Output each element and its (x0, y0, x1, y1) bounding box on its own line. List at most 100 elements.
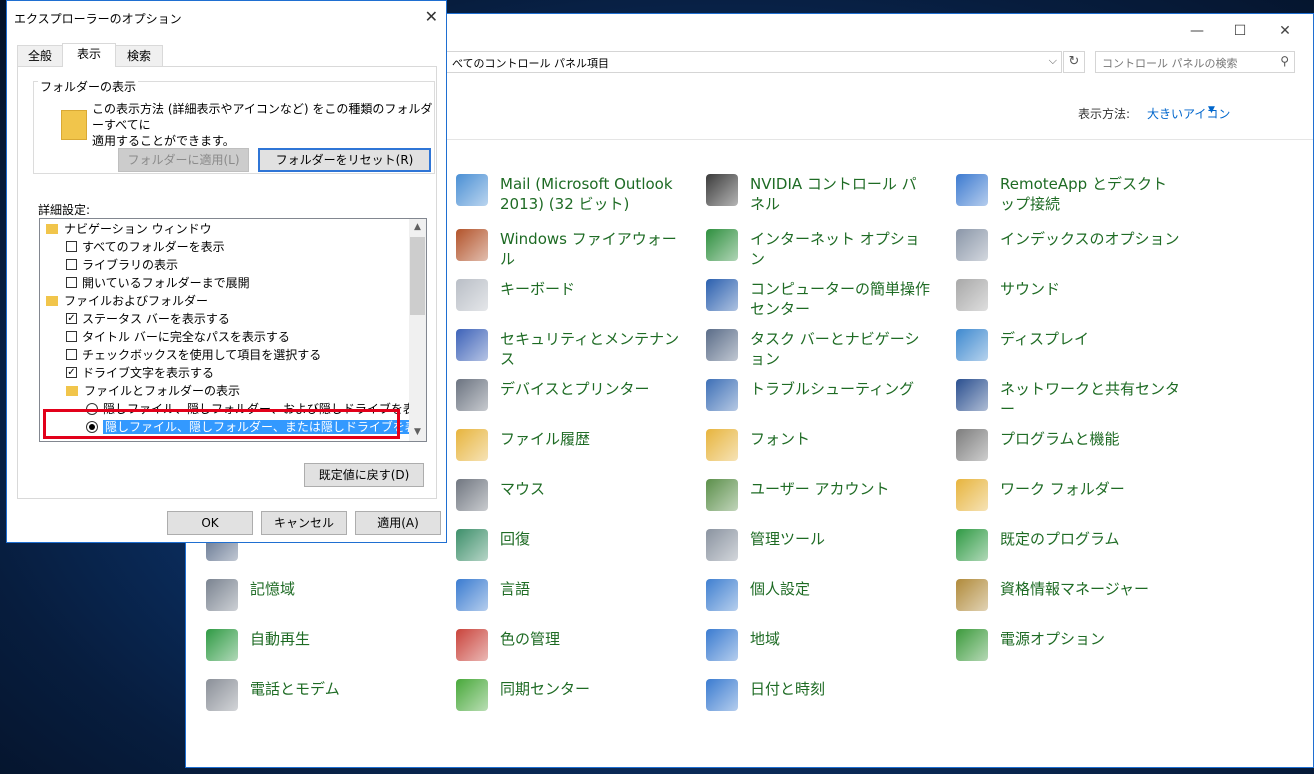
checkbox[interactable] (66, 331, 77, 342)
control-panel-item[interactable]: プログラムと機能 (956, 429, 1186, 461)
control-panel-item[interactable]: インターネット オプション (706, 229, 936, 269)
refresh-icon[interactable]: ↻ (1063, 51, 1085, 73)
control-panel-item[interactable]: 電話とモデム (206, 679, 436, 711)
control-panel-item[interactable]: 同期センター (456, 679, 686, 711)
color-management-icon (456, 629, 488, 661)
tree-row[interactable]: チェックボックスを使用して項目を選択する (66, 346, 321, 364)
view-by-dropdown[interactable]: 大きいアイコン (1147, 105, 1230, 122)
cancel-button[interactable]: キャンセル (261, 511, 347, 535)
control-panel-item[interactable]: サウンド (956, 279, 1186, 311)
search-icon: ⚲ (1280, 54, 1289, 68)
tab-view[interactable]: 表示 (62, 43, 116, 67)
recovery-icon (456, 529, 488, 561)
control-panel-item[interactable]: デバイスとプリンター (456, 379, 686, 411)
checkbox[interactable] (66, 259, 77, 270)
dialog-close-icon[interactable]: ✕ (425, 7, 438, 26)
maximize-icon[interactable]: ☐ (1228, 20, 1252, 42)
tree-row[interactable]: タイトル バーに完全なパスを表示する (66, 328, 290, 346)
control-panel-item-label: 日付と時刻 (750, 680, 826, 698)
tree-row-label: 開いているフォルダーまで展開 (82, 276, 250, 290)
tree-row[interactable]: ✓ ステータス バーを表示する (66, 310, 230, 328)
checkbox[interactable]: ✓ (66, 313, 77, 324)
control-panel-item-label: トラブルシューティング (750, 380, 915, 398)
control-panel-item[interactable]: ユーザー アカウント (706, 479, 936, 511)
control-panel-item-label: ネットワークと共有センター (1000, 380, 1181, 418)
file-history-icon (456, 429, 488, 461)
control-panel-item[interactable]: 電源オプション (956, 629, 1186, 661)
control-panel-item[interactable]: ネットワークと共有センター (956, 379, 1186, 419)
description-line-2: 適用することができます。 (92, 134, 235, 148)
control-panel-item[interactable]: 既定のプログラム (956, 529, 1186, 561)
tree-row: ファイルおよびフォルダー (46, 292, 208, 310)
control-panel-item-label: プログラムと機能 (1000, 430, 1120, 448)
control-panel-item-label: 電源オプション (1000, 630, 1106, 648)
sound-icon (956, 279, 988, 311)
tree-scrollbar[interactable]: ▲ ▼ (409, 219, 426, 441)
scroll-down-icon[interactable]: ▼ (409, 424, 426, 441)
tree-row[interactable]: ライブラリの表示 (66, 256, 178, 274)
folder-icon (46, 223, 58, 234)
control-panel-item[interactable]: マウス (456, 479, 686, 511)
search-placeholder: コントロール パネルの検索 (1102, 57, 1238, 70)
search-input[interactable]: コントロール パネルの検索 ⚲ (1095, 51, 1295, 73)
control-panel-item-label: 同期センター (500, 680, 591, 698)
apply-to-folders-button[interactable]: フォルダーに適用(L) (118, 148, 249, 172)
tab-general[interactable]: 全般 (17, 45, 63, 66)
control-panel-item[interactable]: ワーク フォルダー (956, 479, 1186, 511)
control-panel-item[interactable]: タスク バーとナビゲーション (706, 329, 936, 369)
checkbox[interactable] (66, 241, 77, 252)
control-panel-item-label: 個人設定 (750, 580, 811, 598)
tree-row[interactable]: すべてのフォルダーを表示 (66, 238, 225, 256)
control-panel-item[interactable]: キーボード (456, 279, 686, 311)
scroll-thumb[interactable] (410, 237, 425, 315)
control-panel-item-label: インターネット オプション (750, 230, 920, 268)
control-panel-item[interactable]: インデックスのオプション (956, 229, 1186, 261)
scroll-up-icon[interactable]: ▲ (409, 219, 426, 236)
control-panel-item-label: 色の管理 (500, 630, 561, 648)
control-panel-item[interactable]: コンピューターの簡単操作センター (706, 279, 936, 319)
checkbox[interactable] (66, 349, 77, 360)
control-panel-item[interactable]: 言語 (456, 579, 686, 611)
tree-row: ナビゲーション ウィンドウ (46, 220, 212, 238)
control-panel-item[interactable]: Mail (Microsoft Outlook 2013) (32 ビット) (456, 174, 686, 214)
tree-row-label: ステータス バーを表示する (82, 312, 230, 326)
tree-row[interactable]: ✓ ドライブ文字を表示する (66, 364, 214, 382)
reset-folders-button[interactable]: フォルダーをリセット(R) (258, 148, 431, 172)
control-panel-item-label: 電話とモデム (250, 680, 340, 698)
control-panel-item[interactable]: ディスプレイ (956, 329, 1186, 361)
control-panel-item[interactable]: 管理ツール (706, 529, 936, 561)
control-panel-item[interactable]: 地域 (706, 629, 936, 661)
control-panel-item[interactable]: 色の管理 (456, 629, 686, 661)
control-panel-item[interactable]: NVIDIA コントロール パネル (706, 174, 936, 214)
checkbox[interactable]: ✓ (66, 367, 77, 378)
folder-icon (46, 295, 58, 306)
checkbox[interactable] (66, 277, 77, 288)
chevron-down-icon[interactable]: ⌵ (1049, 54, 1057, 68)
control-panel-item[interactable]: 個人設定 (706, 579, 936, 611)
control-panel-item[interactable]: フォント (706, 429, 936, 461)
control-panel-item-label: 地域 (750, 630, 781, 648)
close-icon[interactable]: ✕ (1273, 20, 1297, 42)
minimize-icon[interactable]: — (1185, 20, 1209, 42)
control-panel-item[interactable]: 回復 (456, 529, 686, 561)
restore-defaults-button[interactable]: 既定値に戻す(D) (304, 463, 424, 487)
mouse-icon (456, 479, 488, 511)
control-panel-item[interactable]: トラブルシューティング (706, 379, 936, 411)
control-panel-item[interactable]: 記憶域 (206, 579, 436, 611)
ok-button[interactable]: OK (167, 511, 253, 535)
folder-icon (66, 385, 78, 396)
apply-button[interactable]: 適用(A) (355, 511, 441, 535)
default-programs-icon (956, 529, 988, 561)
troubleshooting-icon (706, 379, 738, 411)
control-panel-item[interactable]: Windows ファイアウォール (456, 229, 686, 269)
control-panel-item[interactable]: セキュリティとメンテナンス (456, 329, 686, 369)
view-by-arrow-icon[interactable]: ▼ (1208, 105, 1215, 115)
tab-search[interactable]: 検索 (115, 45, 163, 66)
control-panel-item[interactable]: 自動再生 (206, 629, 436, 661)
tree-row[interactable]: 開いているフォルダーまで展開 (66, 274, 250, 292)
control-panel-item[interactable]: ファイル履歴 (456, 429, 686, 461)
control-panel-item[interactable]: RemoteApp とデスクトップ接続 (956, 174, 1186, 214)
control-panel-item[interactable]: 日付と時刻 (706, 679, 936, 711)
control-panel-item-label: 既定のプログラム (1000, 530, 1120, 548)
control-panel-item[interactable]: 資格情報マネージャー (956, 579, 1186, 611)
